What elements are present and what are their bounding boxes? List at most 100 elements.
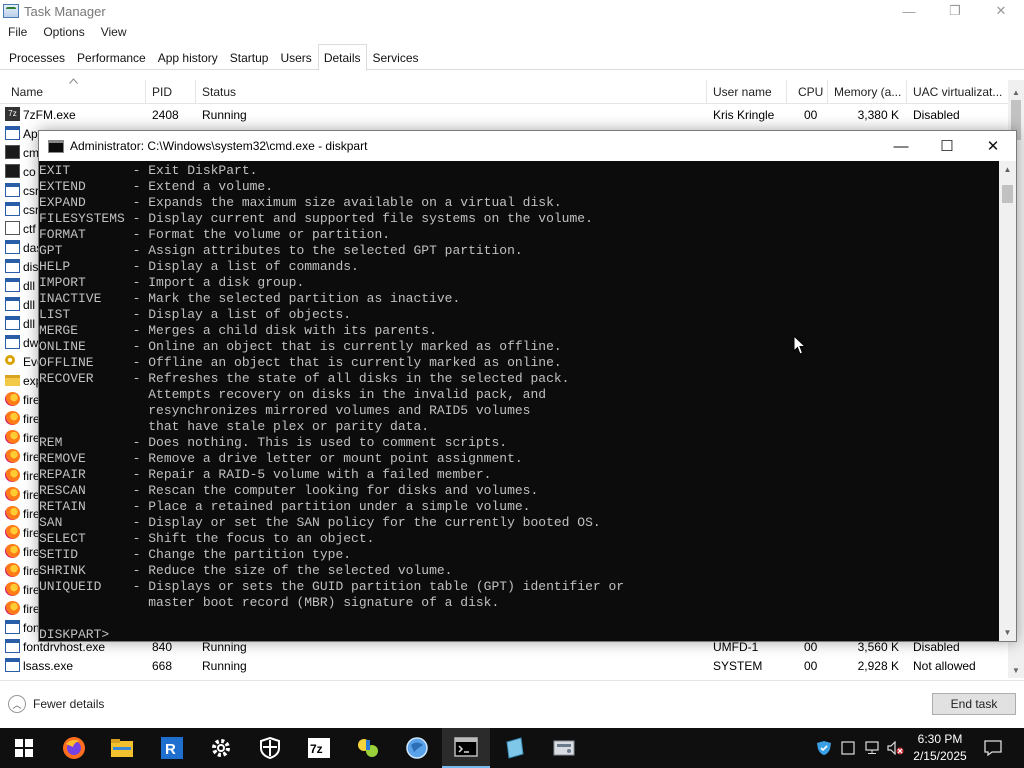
cell-name: cm [23, 146, 39, 160]
mouse-pointer-icon [793, 335, 807, 355]
console-line: HELP - Display a list of commands. [39, 259, 359, 274]
process-exe-icon [5, 126, 20, 140]
table-row[interactable]: lsass.exe 668 Running SYSTEM 00 2,928 K Not al… [0, 656, 1008, 675]
tray-volume-icon[interactable] [884, 728, 908, 768]
console-line: EXIT - Exit DiskPart. [39, 163, 258, 178]
cell-name: dll [23, 279, 36, 293]
taskbar: R 7z 6:30 PM 2/15/2025 [0, 728, 1024, 768]
process-fox-icon [5, 582, 20, 596]
cell-memory: 2,928 K [857, 659, 899, 673]
console-line: REPAIR - Repair a RAID-5 volume with a f… [39, 467, 492, 482]
security-icon [260, 737, 280, 759]
process-fox-icon [5, 449, 20, 463]
taskbar-security[interactable] [246, 728, 294, 768]
process-exe-icon [5, 658, 20, 672]
taskbar-7zip[interactable]: 7z [295, 728, 343, 768]
window-icon [841, 741, 855, 755]
console-scroll-up-icon[interactable]: ▲ [999, 161, 1016, 178]
tab-app-history[interactable]: App history [152, 44, 224, 69]
tab-performance[interactable]: Performance [71, 44, 152, 69]
taskbar-tool[interactable] [344, 728, 392, 768]
taskbar-file-explorer[interactable] [98, 728, 146, 768]
disk-icon [553, 740, 575, 756]
cell-pid: 2408 [152, 108, 179, 122]
menu-options[interactable]: Options [35, 25, 92, 39]
svg-text:7z: 7z [310, 742, 323, 756]
fewer-details-button[interactable]: ︿ Fewer details [8, 695, 104, 713]
process-folder-icon [5, 375, 20, 386]
cell-user-name: SYSTEM [713, 659, 763, 673]
console-line: REM - Does nothing. This is used to comm… [39, 435, 508, 450]
taskbar-disk-management[interactable] [540, 728, 588, 768]
cell-name: fontdrvhost.exe [23, 640, 106, 654]
column-header-pid[interactable]: PID [152, 85, 172, 99]
column-header-memory[interactable]: Memory (a... [834, 85, 901, 99]
taskbar-clock[interactable]: 6:30 PM 2/15/2025 [910, 731, 970, 765]
taskbar-globe[interactable] [393, 728, 441, 768]
console-line: EXPAND - Expands the maximum size availa… [39, 195, 562, 210]
menu-file[interactable]: File [0, 25, 35, 39]
column-header-uac-virtualization[interactable]: UAC virtualizat... [913, 85, 1002, 99]
tab-users[interactable]: Users [274, 44, 317, 69]
close-button[interactable]: ✕ [978, 0, 1024, 22]
tab-services[interactable]: Services [367, 44, 425, 69]
process-fox-icon [5, 468, 20, 482]
column-header-name[interactable]: Name [11, 85, 43, 99]
column-header-cpu[interactable]: CPU [798, 85, 823, 99]
cell-memory: 3,560 K [857, 640, 899, 654]
tab-details[interactable]: Details [317, 44, 367, 71]
process-exe-icon [5, 335, 20, 349]
scroll-down-icon[interactable]: ▼ [1008, 662, 1024, 678]
process-exe-icon [5, 240, 20, 254]
taskbar-settings[interactable] [197, 728, 245, 768]
minimize-button[interactable]: — [886, 0, 932, 22]
table-row[interactable]: 7z 7zFM.exe 2408 Running Kris Kringle 00 3,380… [0, 105, 1008, 124]
console-scrollbar[interactable]: ▲ ▼ [999, 161, 1016, 641]
console-line: master boot record (MBR) signature of a … [39, 595, 500, 610]
action-center-button[interactable] [978, 728, 1008, 768]
column-header-status[interactable]: Status [202, 85, 236, 99]
chevron-up-icon: ︿ [8, 695, 26, 713]
process-fox-icon [5, 544, 20, 558]
globe-icon [406, 737, 428, 759]
clock-time: 6:30 PM [917, 732, 963, 746]
tab-bar: Processes Performance App history Startu… [0, 44, 1024, 71]
tab-startup[interactable]: Startup [224, 44, 275, 69]
console-output[interactable]: EXIT - Exit DiskPart. EXTEND - Extend a v… [39, 163, 999, 641]
cell-name: dis [23, 260, 39, 274]
end-task-button[interactable]: End task [932, 693, 1016, 715]
process-exe-icon [5, 183, 20, 197]
taskbar-firefox[interactable] [50, 728, 98, 768]
taskbar-remote-desktop[interactable]: R [148, 728, 196, 768]
console-line: IMPORT - Import a disk group. [39, 275, 305, 290]
console-close-button[interactable]: ✕ [970, 131, 1016, 161]
process-zip-icon: 7z [5, 107, 20, 121]
start-button[interactable] [0, 728, 48, 768]
console-minimize-button[interactable]: — [878, 131, 924, 161]
taskbar-command-prompt[interactable] [442, 728, 490, 768]
taskbar-notepad[interactable] [491, 728, 539, 768]
menu-view[interactable]: View [93, 25, 135, 39]
console-titlebar[interactable]: Administrator: C:\Windows\system32\cmd.e… [39, 131, 1016, 161]
task-manager-titlebar[interactable]: Task Manager — ❐ ✕ [0, 0, 1024, 22]
console-line: LIST - Display a list of objects. [39, 307, 352, 322]
process-exe-icon [5, 297, 20, 311]
column-header-user-name[interactable]: User name [713, 85, 772, 99]
maximize-button[interactable]: ❐ [932, 0, 978, 22]
scroll-up-icon[interactable]: ▲ [1008, 84, 1024, 100]
console-line: RECOVER - Refreshes the state of all dis… [39, 371, 570, 386]
tray-action-icon[interactable] [836, 728, 860, 768]
console-scroll-down-icon[interactable]: ▼ [999, 624, 1016, 641]
console-line: FILESYSTEMS - Display current and suppor… [39, 211, 593, 226]
process-fox-icon [5, 392, 20, 406]
process-exe-icon [5, 202, 20, 216]
cell-name: csr [23, 203, 39, 217]
tray-defender-icon[interactable] [812, 728, 836, 768]
console-maximize-button[interactable]: ☐ [924, 131, 970, 161]
cell-uac-virtualization: Not allowed [913, 659, 976, 673]
tray-network-icon[interactable] [860, 728, 884, 768]
tab-processes[interactable]: Processes [3, 44, 71, 69]
shield-icon [817, 741, 831, 755]
console-scrollbar-thumb[interactable] [1002, 185, 1013, 203]
